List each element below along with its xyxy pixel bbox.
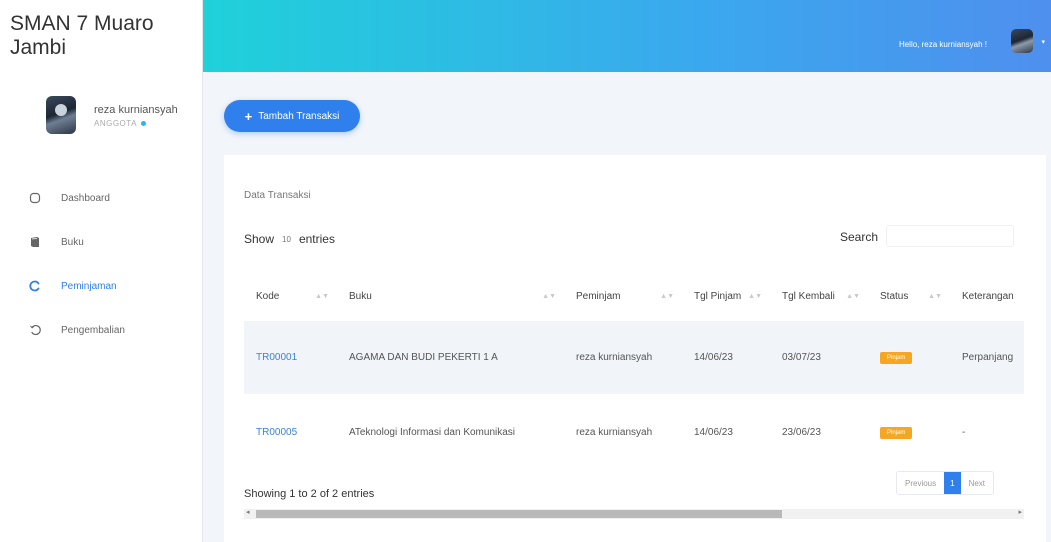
cell-keterangan: Perpanjang — [950, 321, 1024, 394]
avatar — [46, 96, 76, 134]
sort-icon: ▲▼ — [846, 293, 860, 300]
user-panel: reza kurniansyah ANGGOTA — [0, 72, 202, 148]
previous-page-button[interactable]: Previous — [897, 472, 944, 494]
cell-peminjam: reza kurniansyah — [564, 321, 682, 394]
sort-icon: ▲▼ — [928, 293, 942, 300]
page-1-button[interactable]: 1 — [944, 472, 961, 494]
entries-label: entries — [298, 232, 335, 246]
transaction-table: Kode ▲▼ Buku ▲▼ Peminjam ▲▼ Tgl Pinjam ▲▼ Tg… — [244, 271, 1024, 471]
cell-kode[interactable]: TR00005 — [244, 394, 337, 471]
table-info: Showing 1 to 2 of 2 entries — [244, 488, 375, 500]
header-avatar[interactable] — [1011, 29, 1033, 53]
entries-select[interactable]: 10 — [278, 235, 295, 244]
sidebar-item-peminjaman[interactable]: Peminjaman — [0, 264, 202, 308]
sidebar-item-pengembalian[interactable]: Pengembalian — [0, 308, 202, 352]
status-badge: Pinjam — [880, 352, 913, 364]
scroll-right-icon[interactable]: ▸ — [1018, 508, 1022, 516]
card-title: Data Transaksi — [244, 190, 311, 201]
sidebar-item-label: Peminjaman — [61, 280, 117, 292]
app-root: SMAN 7 Muaro Jambi reza kurniansyah ANGG… — [0, 0, 1051, 542]
book-icon — [27, 234, 43, 250]
status-badge: Pinjam — [880, 427, 913, 439]
cell-kode[interactable]: TR00001 — [244, 321, 337, 394]
search-label: Search — [840, 230, 879, 244]
sort-icon: ▲▼ — [315, 293, 329, 300]
user-role-label: ANGGOTA — [94, 118, 137, 128]
cell-tgl-pinjam: 14/06/23 — [682, 321, 770, 394]
sidebar-item-dashboard[interactable]: Dashboard — [0, 176, 202, 220]
kode-link[interactable]: TR00005 — [256, 427, 297, 438]
add-transaction-label: Tambah Transaksi — [258, 110, 340, 122]
table-row: TR00001 AGAMA DAN BUDI PEKERTI 1 A reza … — [244, 321, 1024, 394]
cell-tgl-pinjam: 14/06/23 — [694, 427, 733, 438]
sidebar-nav: Dashboard Buku Peminjaman Pengembalian — [0, 176, 202, 352]
cell-buku: AGAMA DAN BUDI PEKERTI 1 A — [337, 321, 564, 394]
column-header-kode[interactable]: Kode ▲▼ — [244, 271, 337, 321]
sidebar-item-buku[interactable]: Buku — [0, 220, 202, 264]
column-header-buku[interactable]: Buku ▲▼ — [337, 271, 564, 321]
cell-status: Pinjam — [868, 394, 950, 471]
search-input[interactable] — [886, 225, 1014, 247]
refresh-icon — [27, 278, 43, 294]
sort-icon: ▲▼ — [542, 293, 556, 300]
online-status-icon — [140, 120, 146, 126]
column-header-peminjam[interactable]: Peminjam ▲▼ — [564, 271, 682, 321]
cell-tgl-kembali: 23/06/23 — [782, 427, 821, 438]
user-greeting[interactable]: Hello, reza kurniansyah ! — [899, 40, 987, 49]
sidebar-item-label: Pengembalian — [61, 324, 125, 336]
table-row: TR00005 ATeknologi Informasi dan Komunik… — [244, 394, 1024, 471]
user-role: ANGGOTA — [94, 119, 178, 128]
column-header-status[interactable]: Status ▲▼ — [868, 271, 950, 321]
caret-down-icon[interactable]: ▾ — [1041, 38, 1045, 46]
sidebar-item-label: Dashboard — [61, 192, 110, 204]
plus-icon: + — [244, 108, 253, 124]
entries-length-control: Show 10 entries — [244, 232, 335, 246]
next-page-button[interactable]: Next — [961, 472, 993, 494]
transaction-card: Data Transaksi Show 10 entries Search Ko… — [224, 155, 1046, 542]
undo-icon — [27, 322, 43, 338]
scroll-left-icon[interactable]: ◂ — [246, 508, 250, 516]
show-label: Show — [244, 232, 275, 246]
user-name: reza kurniansyah — [94, 103, 178, 116]
horizontal-scrollbar[interactable]: ◂ ▸ — [244, 509, 1024, 519]
pagination: Previous 1 Next — [896, 471, 995, 495]
cell-keterangan: - — [962, 427, 966, 438]
sidebar: SMAN 7 Muaro Jambi reza kurniansyah ANGG… — [0, 0, 203, 542]
cell-status: Pinjam — [868, 321, 950, 394]
kode-link[interactable]: TR00001 — [256, 352, 297, 363]
scrollbar-thumb[interactable] — [256, 510, 782, 518]
sidebar-item-label: Buku — [61, 236, 84, 248]
brand-title[interactable]: SMAN 7 Muaro Jambi — [0, 0, 202, 72]
column-header-tgl-pinjam[interactable]: Tgl Pinjam ▲▼ — [682, 271, 770, 321]
cell-tgl-kembali: 03/07/23 — [770, 321, 868, 394]
cell-peminjam: reza kurniansyah — [576, 427, 653, 438]
top-header: Hello, reza kurniansyah ! ▾ — [203, 0, 1051, 72]
column-header-keterangan[interactable]: Keterangan — [950, 271, 1024, 321]
cell-buku: ATeknologi Informasi dan Komunikasi — [349, 427, 516, 438]
circle-icon — [27, 190, 43, 206]
add-transaction-button[interactable]: + Tambah Transaksi — [224, 100, 360, 132]
column-header-tgl-kembali[interactable]: Tgl Kembali ▲▼ — [770, 271, 868, 321]
table-header-row: Kode ▲▼ Buku ▲▼ Peminjam ▲▼ Tgl Pinjam ▲▼ Tg… — [244, 271, 1024, 321]
sort-icon: ▲▼ — [660, 293, 674, 300]
sort-icon: ▲▼ — [748, 293, 762, 300]
user-info: reza kurniansyah ANGGOTA — [94, 103, 178, 128]
